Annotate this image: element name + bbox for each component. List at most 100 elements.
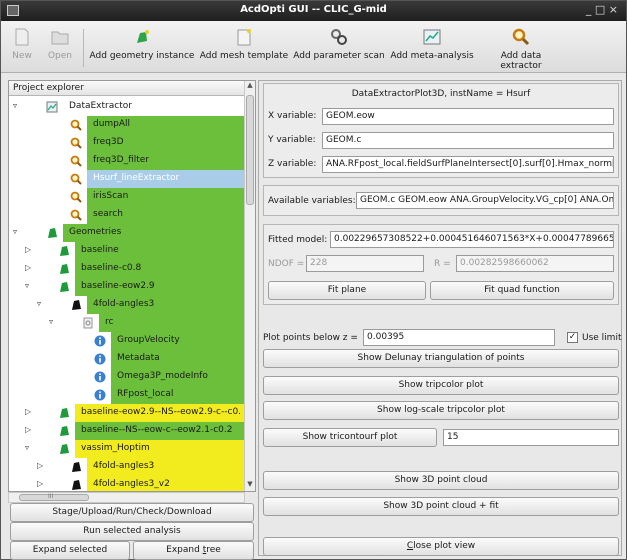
tree-item-label: freq3D xyxy=(93,137,124,147)
tree-item-label: DataExtractor xyxy=(69,101,132,111)
plot-below-field[interactable]: 0.00395 xyxy=(363,329,555,346)
expand-arrow-icon[interactable]: ▷ xyxy=(25,425,31,434)
tree-item[interactable]: ▿ 4fold-angles3 xyxy=(9,296,245,314)
ndof-label: NDOF = xyxy=(268,259,305,269)
tree-item[interactable]: RFpost_local xyxy=(9,386,245,404)
tree-item-label: Geometries xyxy=(69,227,122,237)
tree-item[interactable]: ▿ DataExtractor xyxy=(9,98,245,116)
tricontourf-button[interactable]: Show tricontourf plot xyxy=(263,428,437,447)
use-limit-label: Use limit xyxy=(582,333,622,343)
tree-item[interactable]: ▷ baseline--NS--eow-c--eow2.1-c0.2 xyxy=(9,422,245,440)
fit-quad-button[interactable]: Fit quad function xyxy=(430,281,614,300)
y-variable-field[interactable]: GEOM.c xyxy=(322,132,614,149)
expand-tree-button[interactable]: Expand tree xyxy=(133,541,254,560)
info-icon xyxy=(93,352,107,366)
tree-item[interactable]: search xyxy=(9,206,245,224)
tree-item[interactable]: ▷ baseline xyxy=(9,242,245,260)
log-tripcolor-button[interactable]: Show log-scale tripcolor plot xyxy=(263,401,619,420)
panel-header: DataExtractorPlot3D, instName = Hsurf xyxy=(351,89,531,99)
expand-arrow-icon[interactable]: ▷ xyxy=(37,461,43,470)
collapse-arrow-icon[interactable]: ▿ xyxy=(13,227,17,236)
r-label: R = xyxy=(434,259,451,269)
collapse-arrow-icon[interactable]: ▿ xyxy=(25,443,29,452)
scroll-thumb[interactable] xyxy=(246,95,254,205)
fitted-model-field[interactable]: 0.00229657308522+0.000451646071563*X+0.0… xyxy=(330,231,614,248)
open-label: Open xyxy=(47,51,73,61)
tree-item[interactable]: ▿ vassim_Hoptim xyxy=(9,440,245,458)
show-3d-cloud-fit-button[interactable]: Show 3D point cloud + fit xyxy=(263,497,619,516)
title-bar: AcdOpti GUI -- CLIC_G-mid _ □ × xyxy=(1,1,626,21)
fit-plane-button[interactable]: Fit plane xyxy=(268,281,426,300)
tree-item-label: vassim_Hoptim xyxy=(81,443,150,453)
expand-arrow-icon[interactable]: ▷ xyxy=(25,245,31,254)
expand-selected-button[interactable]: Expand selected xyxy=(10,541,130,560)
horizontal-scrollbar[interactable]: III xyxy=(8,492,245,503)
mesh-template-icon xyxy=(237,29,251,46)
scroll-up-icon[interactable]: ▲ xyxy=(245,81,255,92)
y-variable-label: Y variable: xyxy=(268,135,316,145)
tree-item[interactable]: ▷ 4fold-angles3_v2 xyxy=(9,476,245,491)
tree-item[interactable]: freq3D xyxy=(9,134,245,152)
collapse-arrow-icon[interactable]: ▿ xyxy=(13,101,17,110)
tree-item-label: rc xyxy=(105,317,114,327)
collapse-arrow-icon[interactable]: ▿ xyxy=(37,299,41,308)
add-meta-analysis-button[interactable]: Add meta-analysis xyxy=(388,27,476,61)
run-analysis-button[interactable]: Run selected analysis xyxy=(10,522,254,541)
tree-item[interactable]: dumpAll xyxy=(9,116,245,134)
collapse-arrow-icon[interactable]: ▿ xyxy=(49,317,53,326)
tricontourf-levels-field[interactable]: 15 xyxy=(443,429,619,446)
close-plot-view-button[interactable]: Close plot view xyxy=(263,537,619,556)
add-param-scan-button[interactable]: Add parameter scan xyxy=(293,27,385,61)
tree-item[interactable]: GroupVelocity xyxy=(9,332,245,350)
stage-upload-button[interactable]: Stage/Upload/Run/Check/Download xyxy=(10,503,254,522)
new-label: New xyxy=(12,51,32,61)
add-geometry-button[interactable]: Add geometry instance xyxy=(89,27,195,61)
expand-arrow-icon[interactable]: ▷ xyxy=(25,407,31,416)
vertical-scrollbar[interactable]: ▲ ▼ xyxy=(244,81,255,491)
tree-item[interactable]: ▿ baseline-eow2.9 xyxy=(9,278,245,296)
explorer-header: Project explorer xyxy=(9,81,255,96)
tree-item[interactable]: ▿ rc xyxy=(9,314,245,332)
z-variable-field[interactable]: ANA.RFpost_local.fieldSurfPlaneIntersect… xyxy=(322,156,614,173)
plot-panel: DataExtractorPlot3D, instName = Hsurf X … xyxy=(258,80,622,556)
tree-item[interactable]: Hsurf_lineExtractor xyxy=(9,170,245,188)
geometry-icon xyxy=(137,30,149,43)
scroll-down-icon[interactable]: ▼ xyxy=(245,480,255,491)
info-icon xyxy=(93,370,107,384)
tree-item[interactable]: irisScan xyxy=(9,188,245,206)
tree-item-label: Omega3P_modeInfo xyxy=(117,371,208,381)
geometry-icon xyxy=(57,262,71,276)
tree-item[interactable]: ▿ Geometries xyxy=(9,224,245,242)
tree-item[interactable]: ▷ baseline-c0.8 xyxy=(9,260,245,278)
hscroll-thumb[interactable]: III xyxy=(19,493,89,501)
r-field: 0.00282598660062 xyxy=(456,255,614,272)
delaunay-button[interactable]: Show Delunay triangulation of points xyxy=(263,349,619,368)
run-config-icon xyxy=(81,316,95,330)
tree-item[interactable]: Omega3P_modeInfo xyxy=(9,368,245,386)
tree-item[interactable]: ▷ baseline-eow2.9--NS--eow2.9-c--c0. xyxy=(9,404,245,422)
use-limit-checkbox[interactable]: ✓ xyxy=(567,332,578,343)
tree-item-label: baseline-eow2.9 xyxy=(81,281,155,291)
expand-arrow-icon[interactable]: ▷ xyxy=(25,263,31,272)
add-data-extractor-button[interactable]: Add data extractor xyxy=(479,27,563,71)
show-3d-cloud-button[interactable]: Show 3D point cloud xyxy=(263,471,619,490)
toolbar: New Open Add geometry instance Add mesh … xyxy=(1,21,626,73)
info-icon xyxy=(93,388,107,402)
tree-item-label: freq3D_filter xyxy=(93,155,150,165)
tree-item[interactable]: ▷ 4fold-angles3 xyxy=(9,458,245,476)
available-variables-field[interactable]: GEOM.c GEOM.eow ANA.GroupVelocity.VG_cp[… xyxy=(356,192,614,209)
tree-item-label: Metadata xyxy=(117,353,160,363)
tree-item[interactable]: freq3D_filter xyxy=(9,152,245,170)
add-mesh-button[interactable]: Add mesh template xyxy=(198,27,290,61)
window-controls[interactable]: _ □ × xyxy=(586,3,618,16)
x-variable-field[interactable]: GEOM.eow xyxy=(322,108,614,125)
expand-arrow-icon[interactable]: ▷ xyxy=(37,479,43,488)
magnifier-icon xyxy=(69,136,83,150)
geometry-icon xyxy=(57,424,71,438)
collapse-arrow-icon[interactable]: ▿ xyxy=(25,281,29,290)
tripcolor-button[interactable]: Show tripcolor plot xyxy=(263,376,619,395)
open-button[interactable]: Open xyxy=(45,27,75,61)
new-button[interactable]: New xyxy=(7,27,37,61)
folder-icon xyxy=(51,31,69,45)
tree-item[interactable]: Metadata xyxy=(9,350,245,368)
